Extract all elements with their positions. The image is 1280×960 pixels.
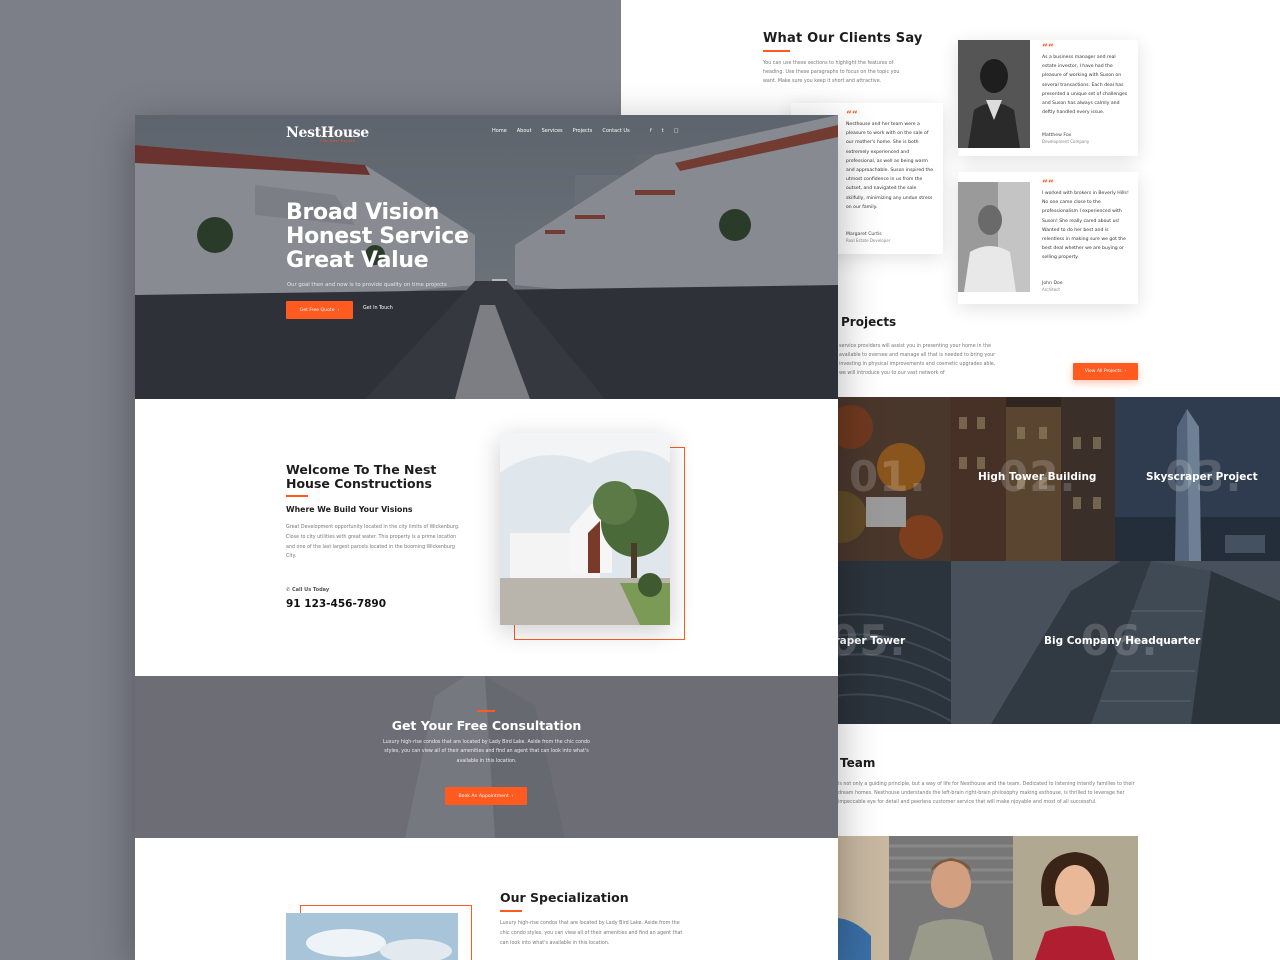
logo-tagline: The Real Estate bbox=[320, 139, 356, 143]
hero-section: NestHouse The Real Estate Home About Ser… bbox=[135, 115, 838, 399]
call-label-text: Call Us Today bbox=[291, 587, 330, 593]
social-links: f t □ bbox=[650, 128, 678, 134]
client-role: Development Company bbox=[1042, 139, 1090, 144]
hero-subtitle: Our goal then and now is to provide qual… bbox=[287, 282, 447, 288]
projects-description: service providers will assist you in pre… bbox=[839, 344, 996, 376]
project-title: Skyscraper Project bbox=[1146, 471, 1258, 483]
testimonials-description: You can use these sections to highlight … bbox=[763, 61, 900, 84]
nav-item-contact[interactable]: Contact Us bbox=[602, 128, 629, 134]
title-underline bbox=[500, 910, 522, 912]
call-label: ✆ Call Us Today bbox=[286, 587, 329, 593]
project-number: 01. bbox=[849, 452, 927, 501]
client-photo bbox=[958, 182, 1030, 292]
client-photo bbox=[958, 40, 1030, 148]
project-tile[interactable]: 02. High Tower Building bbox=[951, 397, 1115, 561]
team-title: Team bbox=[840, 756, 876, 770]
consultation-description: Luxury high-rise condos that are located… bbox=[383, 740, 590, 764]
testimonial-text: As a business manager and real estate in… bbox=[1042, 55, 1128, 116]
consultation-section: Get Your Free Consultation Luxury high-r… bbox=[135, 676, 838, 838]
specialization-title: Our Specialization bbox=[500, 890, 629, 905]
book-appointment-button[interactable]: Book An Appointment › bbox=[445, 787, 527, 805]
project-title: Big Company Headquarter bbox=[1044, 635, 1201, 647]
testimonial-text: Nesthouse and her team were a pleasure t… bbox=[846, 122, 934, 210]
button-label: View All Projects bbox=[1084, 369, 1122, 374]
welcome-title: Welcome To The Nest House Constructions bbox=[286, 462, 437, 491]
team-member-photo bbox=[889, 836, 1013, 960]
welcome-house-image bbox=[500, 433, 670, 625]
team-description: is not only a guiding principle, but a w… bbox=[838, 782, 1135, 805]
testimonial-card: ““ As a business manager and real estate… bbox=[958, 40, 1138, 156]
view-all-projects-button[interactable]: View All Projects › bbox=[1073, 363, 1138, 380]
get-in-touch-link[interactable]: Get In Touch bbox=[363, 306, 393, 311]
title-underline bbox=[763, 50, 790, 52]
nav-item-home[interactable]: Home bbox=[492, 128, 507, 134]
hero-divider bbox=[492, 279, 507, 281]
button-label: Book An Appointment bbox=[458, 793, 509, 799]
title-underline bbox=[477, 710, 495, 712]
project-title: High Tower Building bbox=[978, 471, 1097, 483]
project-tile[interactable]: 06. Big Company Headquarter bbox=[951, 561, 1280, 724]
consultation-title: Get Your Free Consultation bbox=[391, 718, 582, 733]
team-member-photo bbox=[1013, 836, 1138, 960]
front-page-preview: NestHouse The Real Estate Home About Ser… bbox=[135, 115, 838, 960]
project-tile[interactable]: 03. Skyscraper Project bbox=[1115, 397, 1280, 561]
client-role: Architect bbox=[1042, 287, 1060, 292]
get-free-quote-button[interactable]: Get Free Quote › bbox=[286, 301, 353, 319]
projects-title: Projects bbox=[841, 315, 897, 329]
client-role: Real Estate Developer bbox=[846, 238, 891, 243]
nav-item-projects[interactable]: Projects bbox=[573, 128, 593, 134]
facebook-icon[interactable]: f bbox=[650, 128, 652, 134]
button-label: Get Free Quote bbox=[299, 307, 335, 313]
hero-title: Broad Vision Honest Service Great Value bbox=[286, 200, 469, 273]
specialization-description: Luxury high-rise condos that are located… bbox=[500, 921, 683, 946]
quote-icon: ““ bbox=[1042, 179, 1054, 189]
client-name: John Doe bbox=[1042, 281, 1063, 286]
welcome-subtitle: Where We Build Your Visions bbox=[286, 505, 413, 514]
instagram-icon[interactable]: □ bbox=[674, 128, 679, 134]
welcome-description: Great Development opportunity located in… bbox=[286, 525, 460, 560]
hero-background-image bbox=[135, 115, 838, 399]
title-underline bbox=[286, 495, 308, 497]
twitter-icon[interactable]: t bbox=[662, 128, 664, 134]
nav-item-services[interactable]: Services bbox=[542, 128, 563, 134]
client-name: Matthew Fox bbox=[1042, 133, 1072, 138]
quote-icon: ““ bbox=[1042, 43, 1054, 53]
phone-number[interactable]: 91 123-456-7890 bbox=[286, 598, 386, 610]
specialization-image bbox=[286, 913, 458, 960]
main-nav: Home About Services Projects Contact Us bbox=[492, 128, 630, 134]
testimonial-card: ““ I worked with brokers in Beverly Hill… bbox=[958, 172, 1138, 304]
client-name: Margaret Curtis bbox=[846, 232, 882, 237]
quote-icon: ““ bbox=[846, 110, 858, 120]
nav-item-about[interactable]: About bbox=[517, 128, 532, 134]
testimonial-text: I worked with brokers in Beverly Hills! … bbox=[1042, 191, 1129, 261]
testimonials-title: What Our Clients Say bbox=[763, 31, 923, 46]
